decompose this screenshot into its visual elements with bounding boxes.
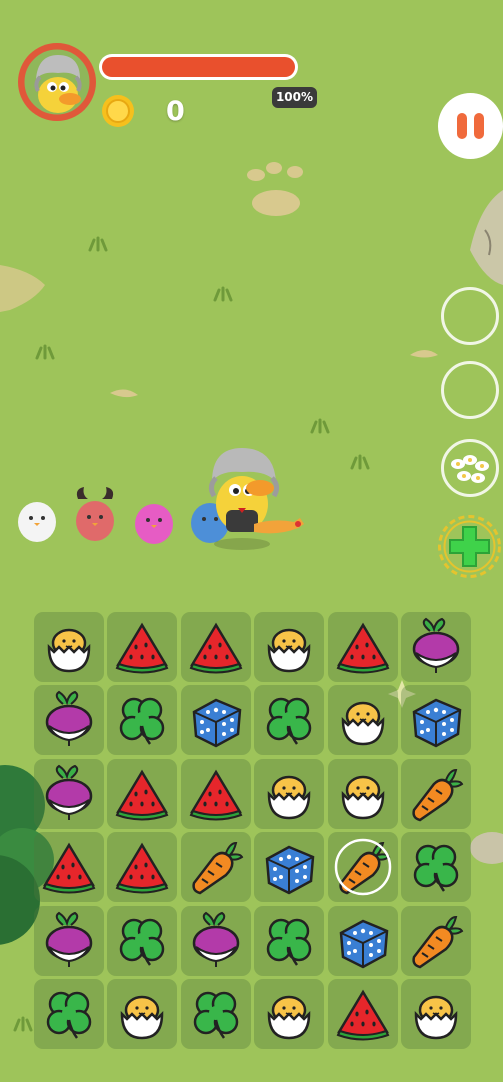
board-tile[interactable] bbox=[34, 832, 104, 903]
pause-icon-bar bbox=[474, 113, 484, 139]
board-tile[interactable] bbox=[327, 905, 398, 976]
carrot-icon bbox=[192, 842, 244, 895]
egg-icon bbox=[121, 995, 164, 1040]
carrot-icon bbox=[334, 838, 391, 896]
board-tile[interactable] bbox=[254, 905, 325, 976]
egg-icon bbox=[47, 628, 91, 673]
board-tile[interactable] bbox=[254, 758, 325, 829]
board-tile[interactable] bbox=[180, 612, 251, 682]
clover-icon bbox=[413, 844, 459, 892]
duck-hero-character bbox=[208, 448, 304, 550]
board-tile[interactable] bbox=[34, 905, 104, 976]
health-percent-label: 100% bbox=[272, 87, 317, 108]
daisy-flower-icon bbox=[451, 455, 489, 483]
board-tile[interactable] bbox=[254, 612, 325, 682]
skill-slot-1[interactable] bbox=[441, 287, 499, 345]
egg-icon bbox=[341, 702, 384, 746]
coin-icon bbox=[102, 95, 134, 127]
egg-icon bbox=[267, 775, 311, 820]
clover-icon bbox=[120, 918, 165, 966]
board-tile[interactable] bbox=[401, 979, 471, 1049]
watermelon-icon bbox=[42, 842, 96, 894]
player-avatar bbox=[18, 43, 96, 121]
board-tile[interactable] bbox=[107, 612, 178, 682]
board-tile[interactable] bbox=[34, 612, 104, 682]
turnip-icon bbox=[192, 911, 240, 967]
board-tile[interactable] bbox=[180, 758, 251, 829]
board-tile[interactable] bbox=[107, 905, 178, 976]
board-tile[interactable] bbox=[107, 979, 178, 1049]
health-bar bbox=[99, 54, 298, 80]
pause-icon bbox=[457, 113, 467, 139]
board-tile[interactable] bbox=[34, 758, 104, 829]
clover-icon bbox=[46, 991, 92, 1039]
watermelon-icon bbox=[115, 769, 169, 821]
dice-icon bbox=[265, 845, 315, 895]
turnip-icon bbox=[45, 764, 93, 820]
carrot-icon bbox=[412, 915, 464, 968]
egg-icon bbox=[341, 775, 384, 820]
watermelon-icon bbox=[336, 989, 389, 1041]
board-tile[interactable] bbox=[107, 832, 178, 903]
pause-button[interactable] bbox=[438, 93, 503, 159]
clover-icon bbox=[266, 698, 312, 746]
watermelon-icon bbox=[115, 622, 169, 674]
board-tile[interactable] bbox=[107, 758, 178, 829]
board-tile[interactable] bbox=[327, 979, 398, 1049]
watermelon-icon bbox=[115, 842, 169, 894]
board-tile[interactable] bbox=[401, 685, 471, 756]
dice-icon bbox=[412, 699, 462, 748]
clover-icon bbox=[193, 991, 239, 1039]
carrot-icon bbox=[412, 768, 464, 822]
board-tile[interactable] bbox=[401, 758, 471, 829]
egg-icon bbox=[267, 628, 311, 673]
turnip-icon bbox=[412, 617, 460, 673]
board-tile[interactable] bbox=[180, 832, 251, 903]
board-tile[interactable] bbox=[180, 905, 251, 976]
skill-slot-daisy[interactable] bbox=[441, 439, 499, 497]
clover-icon bbox=[266, 918, 312, 966]
board-tile[interactable] bbox=[401, 612, 471, 682]
dice-icon bbox=[192, 699, 242, 748]
board-tile[interactable] bbox=[180, 685, 251, 756]
green-cross-heal-icon bbox=[438, 515, 501, 578]
dice-icon bbox=[339, 919, 388, 969]
watermelon-icon bbox=[189, 769, 243, 821]
clover-icon bbox=[120, 698, 165, 746]
board-tile[interactable] bbox=[327, 612, 398, 682]
match-board bbox=[34, 612, 476, 1054]
white-chick-enemy bbox=[18, 502, 56, 542]
egg-icon bbox=[267, 995, 311, 1040]
watermelon-icon bbox=[336, 622, 389, 674]
turnip-icon bbox=[45, 911, 93, 967]
skill-slot-heal[interactable] bbox=[436, 513, 503, 580]
watermelon-icon bbox=[189, 622, 243, 674]
board-tile[interactable] bbox=[401, 905, 471, 976]
board-tile[interactable] bbox=[401, 832, 471, 903]
board-tile[interactable] bbox=[34, 979, 104, 1049]
health-bar-fill bbox=[102, 57, 295, 77]
board-tile[interactable] bbox=[327, 832, 398, 903]
board-tile[interactable] bbox=[180, 979, 251, 1049]
red-horned-enemy bbox=[76, 487, 114, 541]
board-tile[interactable] bbox=[254, 832, 325, 903]
egg-icon bbox=[414, 995, 458, 1040]
board-tile[interactable] bbox=[254, 979, 325, 1049]
pink-chick-enemy bbox=[135, 504, 173, 544]
board-tile[interactable] bbox=[327, 758, 398, 829]
board-tile[interactable] bbox=[107, 685, 178, 756]
board-tile[interactable] bbox=[254, 685, 325, 756]
turnip-icon bbox=[45, 691, 93, 747]
duck-avatar-icon bbox=[19, 44, 95, 120]
coin-count: 0 bbox=[166, 96, 185, 127]
skill-slot-2[interactable] bbox=[441, 361, 499, 419]
board-tile[interactable] bbox=[34, 685, 104, 756]
board-tile[interactable] bbox=[327, 685, 398, 756]
